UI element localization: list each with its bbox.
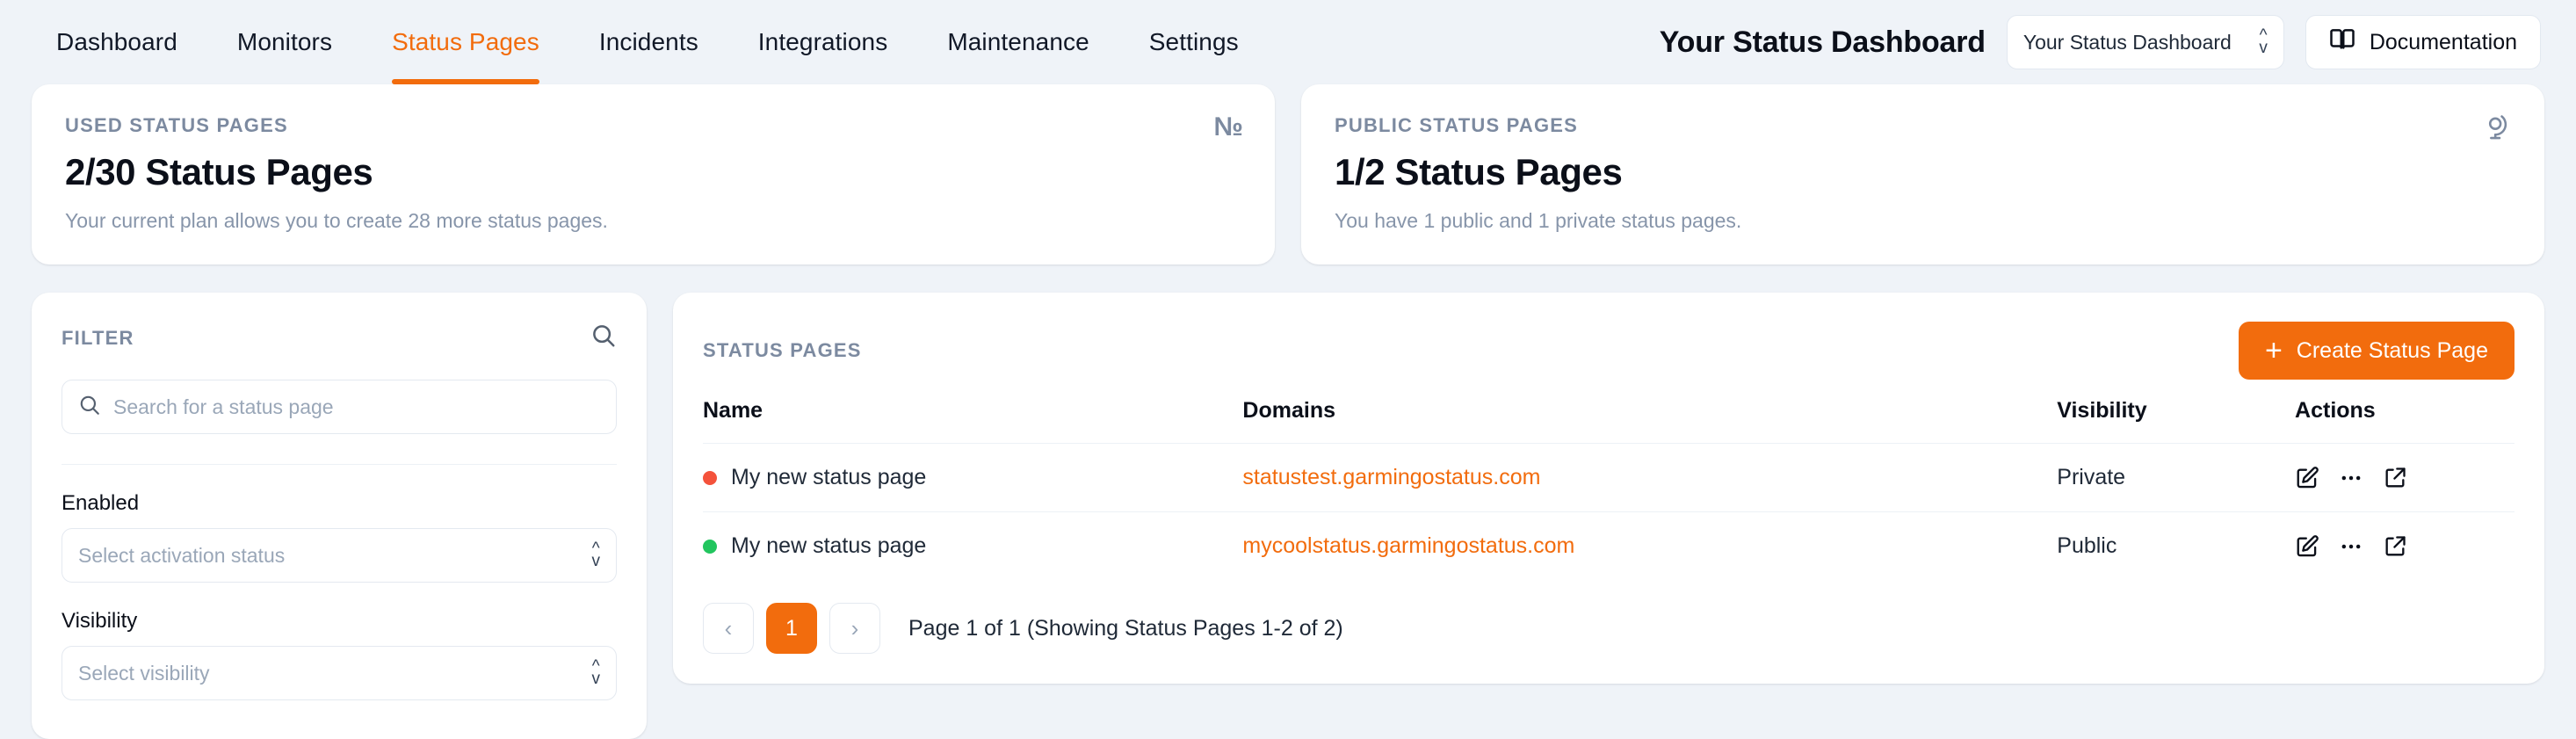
create-status-page-label: Create Status Page <box>2296 337 2488 363</box>
more-options-icon[interactable] <box>2339 466 2363 490</box>
documentation-button[interactable]: Documentation <box>2305 15 2541 69</box>
status-dot <box>703 470 717 485</box>
search-icon[interactable] <box>590 322 617 353</box>
cell-visibility: Private <box>2057 443 2296 512</box>
nav-item-incidents[interactable]: Incidents <box>569 0 728 84</box>
filter-panel: FILTER Enabled Selec <box>32 293 647 739</box>
external-link-icon[interactable] <box>2383 534 2407 559</box>
enabled-select-placeholder: Select activation status <box>78 543 286 567</box>
search-icon <box>78 394 101 421</box>
chevron-updown-icon: ^ v <box>2259 26 2268 57</box>
nav-label: Monitors <box>236 28 333 55</box>
status-dot <box>703 539 717 554</box>
nav-label: Dashboard <box>56 28 177 55</box>
edit-icon[interactable] <box>2295 534 2319 559</box>
nav-item-maintenance[interactable]: Maintenance <box>917 0 1118 84</box>
table-head-row: Name Domains Visibility Actions <box>703 398 2514 444</box>
topbar-right-group: Your Status Dashboard Your Status Dashbo… <box>1660 15 2541 69</box>
used-status-pages-card: USED STATUS PAGES 2/30 Status Pages Your… <box>32 84 1275 264</box>
external-link-icon[interactable] <box>2383 466 2407 490</box>
card-label: USED STATUS PAGES <box>65 114 288 136</box>
dashboard-select[interactable]: Your Status Dashboard ^ v <box>2006 15 2284 69</box>
numero-icon: № <box>1213 112 1243 141</box>
status-pages-table: Name Domains Visibility Actions My new s… <box>703 398 2514 580</box>
column-header-actions: Actions <box>2295 398 2376 423</box>
table-header: STATUS PAGES + Create Status Page <box>703 319 2514 382</box>
column-header-domains: Domains <box>1242 398 1336 423</box>
enabled-select[interactable]: Select activation status ^ v <box>62 528 617 583</box>
enabled-label: Enabled <box>62 491 140 515</box>
nav-label: Status Pages <box>392 28 539 55</box>
public-status-pages-card: PUBLIC STATUS PAGES 1/2 Status Pages You… <box>1301 84 2544 264</box>
documentation-label: Documentation <box>2369 29 2517 54</box>
nav-item-dashboard[interactable]: Dashboard <box>32 0 207 84</box>
card-value: 1/2 Status Pages <box>1335 151 1623 192</box>
page-title: Your Status Dashboard <box>1659 25 1986 59</box>
cell-actions <box>2295 511 2514 580</box>
dashboard-select-value: Your Status Dashboard <box>2022 30 2232 54</box>
pagination-next-button[interactable]: › <box>829 603 880 654</box>
card-description: Your current plan allows you to create 2… <box>65 209 608 232</box>
nav-label: Integrations <box>757 28 888 55</box>
visibility-select[interactable]: Select visibility ^ v <box>62 646 617 700</box>
cell-visibility: Public <box>2057 511 2296 580</box>
chevron-updown-icon: ^ v <box>591 657 601 688</box>
search-input[interactable] <box>113 395 600 419</box>
visibility-label: Visibility <box>62 609 138 633</box>
nav-item-settings[interactable]: Settings <box>1119 0 1269 84</box>
card-label: PUBLIC STATUS PAGES <box>1335 114 1579 136</box>
more-options-icon[interactable] <box>2339 534 2363 559</box>
column-header-visibility: Visibility <box>2057 398 2147 423</box>
card-description: You have 1 public and 1 private status p… <box>1335 209 1742 232</box>
status-pages-panel: STATUS PAGES + Create Status Page Name D… <box>673 293 2544 684</box>
table-row: My new status page statustest.garmingost… <box>703 443 2514 512</box>
cell-name: My new status page <box>703 443 1243 512</box>
filter-divider <box>62 464 617 465</box>
plus-icon: + <box>2264 334 2283 367</box>
stat-cards-row: USED STATUS PAGES 2/30 Status Pages Your… <box>32 84 2544 264</box>
main-row: FILTER Enabled Selec <box>32 293 2544 739</box>
column-header-name: Name <box>703 398 763 423</box>
top-navigation-bar: Dashboard Monitors Status Pages Incident… <box>0 0 2576 84</box>
filter-header: FILTER <box>62 322 617 353</box>
visibility-field: Visibility Select visibility ^ v <box>62 609 617 700</box>
book-icon <box>2329 26 2355 59</box>
cell-name: My new status page <box>703 511 1243 580</box>
cell-actions <box>2295 443 2514 512</box>
nav-label: Incidents <box>598 28 698 55</box>
domain-link[interactable]: statustest.garmingostatus.com <box>1242 465 1540 489</box>
status-page-name: My new status page <box>731 465 927 489</box>
pagination-summary: Page 1 of 1 (Showing Status Pages 1-2 of… <box>908 615 1343 641</box>
create-status-page-button[interactable]: + Create Status Page <box>2238 322 2514 380</box>
main-nav: Dashboard Monitors Status Pages Incident… <box>32 0 1269 84</box>
filter-title: FILTER <box>62 326 134 349</box>
globe-icon <box>2483 112 2513 147</box>
search-input-wrapper[interactable] <box>62 380 617 434</box>
table-row: My new status page mycoolstatus.garmingo… <box>703 511 2514 580</box>
nav-item-monitors[interactable]: Monitors <box>207 0 362 84</box>
cell-domain: mycoolstatus.garmingostatus.com <box>1242 511 2058 580</box>
nav-label: Maintenance <box>947 28 1089 55</box>
enabled-field: Enabled Select activation status ^ v <box>62 491 617 583</box>
nav-label: Settings <box>1148 28 1239 55</box>
pagination-page-1-button[interactable]: 1 <box>766 603 817 654</box>
cell-domain: statustest.garmingostatus.com <box>1242 443 2058 512</box>
card-value: 2/30 Status Pages <box>65 151 373 192</box>
pagination: ‹ 1 › Page 1 of 1 (Showing Status Pages … <box>703 580 2514 654</box>
domain-link[interactable]: mycoolstatus.garmingostatus.com <box>1242 533 1574 558</box>
edit-icon[interactable] <box>2295 466 2319 490</box>
chevron-updown-icon: ^ v <box>591 540 601 570</box>
nav-item-integrations[interactable]: Integrations <box>728 0 918 84</box>
page-content: USED STATUS PAGES 2/30 Status Pages Your… <box>0 84 2576 739</box>
table-title: STATUS PAGES <box>703 339 862 361</box>
pagination-prev-button[interactable]: ‹ <box>703 603 754 654</box>
nav-item-status-pages[interactable]: Status Pages <box>362 0 569 84</box>
status-page-name: My new status page <box>731 533 927 558</box>
visibility-select-placeholder: Select visibility <box>78 661 210 685</box>
